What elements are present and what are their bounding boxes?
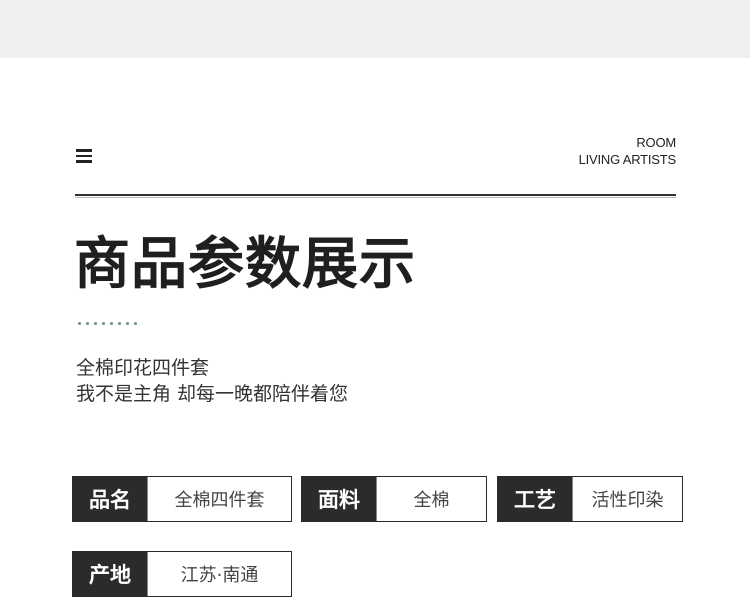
spec-label: 工艺 [498, 477, 572, 521]
spec-item-name: 品名 全棉四件套 [72, 476, 292, 522]
spec-value: 活性印染 [572, 477, 682, 521]
spec-value: 江苏·南通 [147, 552, 291, 596]
subtitle-line-2: 我不是主角 却每一晚都陪伴着您 [76, 383, 349, 405]
spec-label: 产地 [73, 552, 147, 596]
spec-item-fabric: 面料 全棉 [301, 476, 487, 522]
spec-item-craft: 工艺 活性印染 [497, 476, 683, 522]
brand-line-2: LIVING ARTISTS [578, 152, 677, 167]
brand-line-1: ROOM [636, 135, 676, 150]
decorative-dots [78, 322, 137, 325]
page-title: 商品参数展示 [74, 232, 416, 297]
header-divider [75, 194, 676, 198]
spec-value: 全棉四件套 [147, 477, 291, 521]
subtitle-block: 全棉印花四件套 我不是主角 却每一晚都陪伴着您 [76, 355, 348, 407]
brand-logo: ROOM LIVING ARTISTS [578, 134, 677, 168]
spec-label: 面料 [302, 477, 376, 521]
hamburger-menu-icon[interactable] [76, 149, 92, 163]
top-band [0, 0, 750, 58]
spec-label: 品名 [73, 477, 147, 521]
spec-item-origin: 产地 江苏·南通 [72, 551, 292, 597]
spec-value: 全棉 [376, 477, 486, 521]
subtitle-line-1: 全棉印花四件套 [76, 357, 210, 379]
